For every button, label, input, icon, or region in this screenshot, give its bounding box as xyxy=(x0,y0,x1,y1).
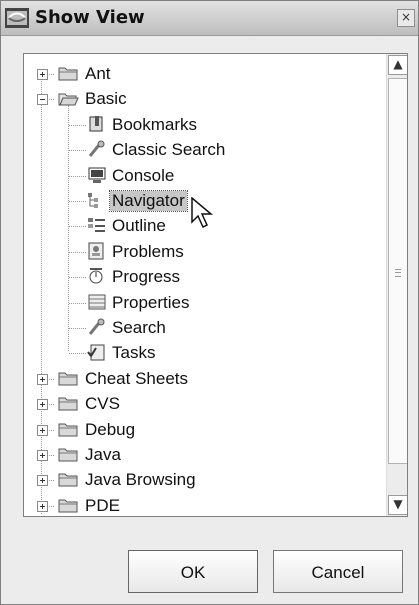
tree-view-row[interactable]: Console xyxy=(24,164,384,189)
folder-icon xyxy=(58,472,79,487)
tree-item-label: Basic xyxy=(85,89,127,109)
progress-icon xyxy=(87,267,107,285)
tree-guide-line xyxy=(69,124,86,126)
tree-guide-line xyxy=(69,175,86,177)
bookmark-icon xyxy=(87,115,107,133)
expand-icon[interactable] xyxy=(37,69,48,80)
tree-folder-row[interactable]: Java Browsing xyxy=(24,468,384,493)
tree-item-label: Java Browsing xyxy=(85,470,196,490)
folder-icon xyxy=(58,371,79,386)
problems-icon xyxy=(87,242,107,260)
close-icon: × xyxy=(400,10,412,24)
expand-icon[interactable] xyxy=(37,500,48,512)
search-icon xyxy=(87,140,107,158)
tree-guide-line xyxy=(69,328,86,329)
scroll-up-button[interactable]: ▲ xyxy=(388,55,407,75)
folder-icon xyxy=(58,447,79,462)
scroll-thumb[interactable] xyxy=(388,78,407,464)
tree-guide-line xyxy=(69,201,86,202)
expand-icon[interactable] xyxy=(37,424,48,436)
folder-icon xyxy=(58,422,79,437)
view-tree-list[interactable]: Ant Basic Bookmarks Classic Search Console Na… xyxy=(23,53,408,517)
tree-folder-row[interactable]: Cheat Sheets xyxy=(24,367,384,392)
tree-item-label: Bookmarks xyxy=(112,114,198,134)
tree-item-label: Search xyxy=(112,318,166,337)
tree-item-label: Ant xyxy=(85,64,111,83)
tree-view-row[interactable]: Classic Search xyxy=(24,138,384,163)
ok-button[interactable]: OK xyxy=(128,550,258,593)
tree-item-label: Navigator xyxy=(109,190,188,212)
collapse-icon[interactable] xyxy=(37,94,48,106)
tree-item-label: Java xyxy=(85,445,121,464)
tree-guide-line xyxy=(69,277,86,279)
tree-guide-line xyxy=(69,226,86,228)
folder-icon xyxy=(58,396,79,411)
tree-view-row[interactable]: Problems xyxy=(24,240,384,265)
chevron-down-icon: ▼ xyxy=(393,497,403,511)
tree-item-label: Classic Search xyxy=(112,140,226,160)
tree-view-row[interactable]: Search xyxy=(24,316,384,341)
close-button[interactable]: × xyxy=(397,9,415,27)
tree-item-label: Debug xyxy=(85,419,136,439)
tree-folder-row[interactable]: Java xyxy=(24,443,384,468)
tasks-icon xyxy=(87,343,107,361)
tree-guide-line xyxy=(69,302,86,304)
tree-view-row[interactable]: Properties xyxy=(24,291,384,316)
eclipse-app-icon xyxy=(5,8,29,28)
tree-guide-line xyxy=(69,353,86,355)
tree-item-label: Outline xyxy=(112,216,166,236)
tree-guide-line xyxy=(69,150,86,152)
navigator-icon xyxy=(87,191,107,209)
tree-item-label: Tasks xyxy=(112,343,156,363)
outline-icon xyxy=(87,216,107,234)
expand-icon[interactable] xyxy=(37,399,48,411)
expand-icon[interactable] xyxy=(37,450,48,461)
search-icon xyxy=(87,318,107,336)
folder-icon xyxy=(58,66,79,81)
tree-folder-row[interactable]: Basic xyxy=(24,87,384,112)
tree-item-label: Console xyxy=(112,165,175,185)
tree-folder-row[interactable]: CVS xyxy=(24,392,384,417)
vertical-scrollbar[interactable]: ▲ ▼ xyxy=(386,54,407,516)
expand-icon[interactable] xyxy=(37,373,48,385)
tree-guide-line xyxy=(69,251,86,253)
chevron-up-icon: ▲ xyxy=(393,57,403,71)
mouse-pointer-icon xyxy=(191,197,214,229)
expand-icon[interactable] xyxy=(37,475,48,487)
tree-view-row[interactable]: Tasks xyxy=(24,341,384,366)
tree-folder-row[interactable]: Ant xyxy=(24,62,384,87)
folder-open-icon xyxy=(58,91,79,106)
tree-folder-row[interactable]: Debug xyxy=(24,418,384,443)
tree-item-label: CVS xyxy=(85,394,120,414)
folder-icon xyxy=(58,498,79,513)
cancel-button[interactable]: Cancel xyxy=(273,550,403,593)
tree-folder-row[interactable]: PDE xyxy=(24,494,384,516)
grip-icon xyxy=(395,269,401,277)
properties-icon xyxy=(87,293,107,311)
tree-item-label: Cheat Sheets xyxy=(85,368,189,388)
show-view-dialog: Show View × Ant Basic Bookmarks Classic Sea… xyxy=(0,0,419,605)
button-bar: OK Cancel xyxy=(1,521,418,601)
tree-item-label: Progress xyxy=(112,267,181,287)
tree-view-row[interactable]: Bookmarks xyxy=(24,113,384,138)
console-icon xyxy=(87,166,107,184)
tree-item-label: Properties xyxy=(112,292,190,312)
tree-item-label: PDE xyxy=(85,495,120,515)
tree: Ant Basic Bookmarks Classic Search Console Na… xyxy=(24,54,384,516)
tree-view-row[interactable]: Progress xyxy=(24,265,384,290)
scroll-down-button[interactable]: ▼ xyxy=(388,495,407,515)
dialog-title: Show View xyxy=(35,7,145,28)
title-bar[interactable]: Show View × xyxy=(1,1,418,36)
tree-item-label: Problems xyxy=(112,241,184,261)
